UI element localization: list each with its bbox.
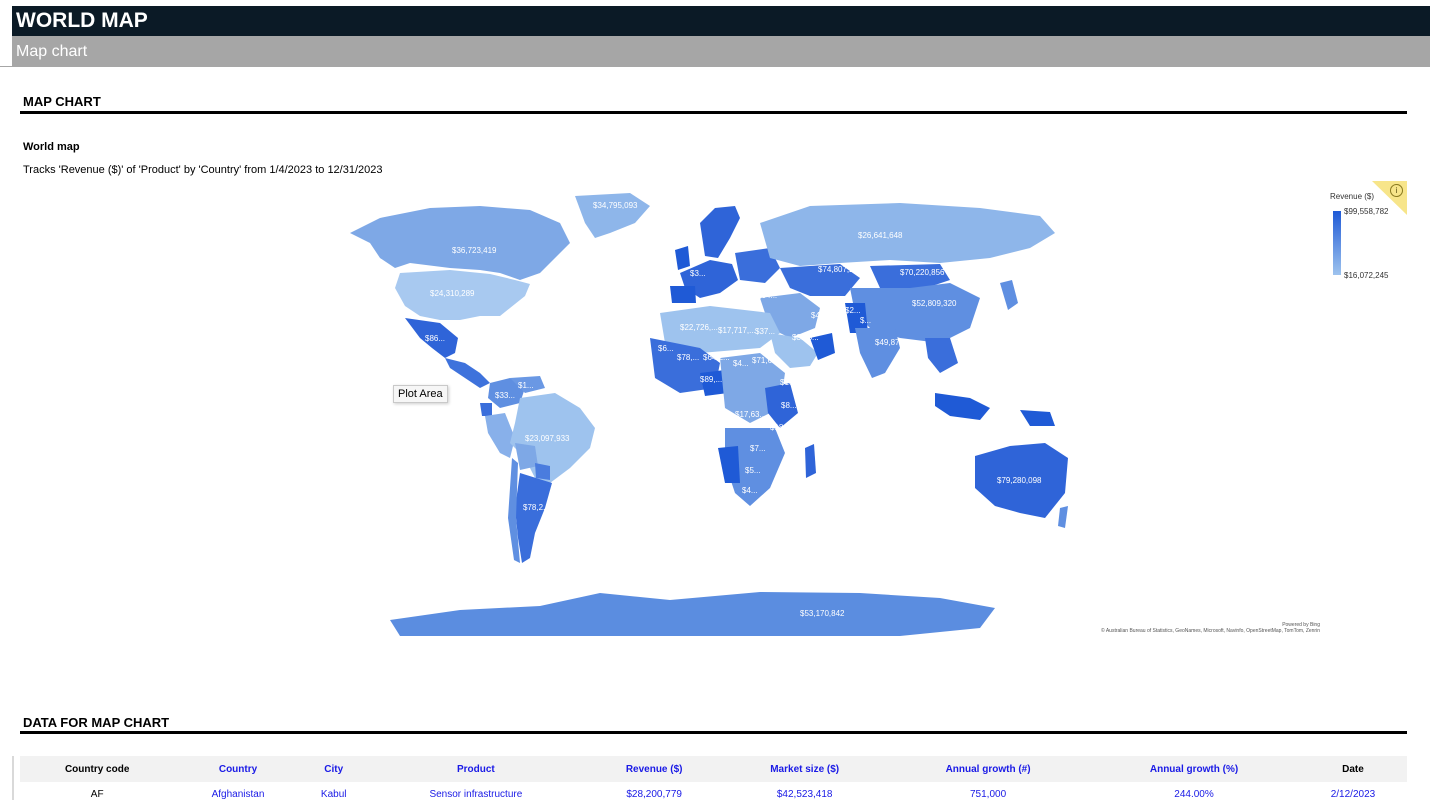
map-value-label: $40,8... — [811, 311, 838, 320]
table-cell[interactable]: $28,200,779 — [586, 782, 722, 807]
map-value-label: $37... — [755, 327, 775, 336]
region-india[interactable] — [855, 328, 900, 378]
map-value-label: $5... — [745, 466, 761, 475]
map-value-label: $52,809,320 — [912, 299, 957, 308]
map-value-label: $64,2... — [703, 353, 730, 362]
region-antarctica[interactable] — [390, 592, 995, 636]
col-header[interactable]: Annual growth (#) — [887, 756, 1090, 782]
map-value-label: $67... — [700, 438, 720, 447]
map-value-label: $16... — [780, 378, 800, 387]
map-chart[interactable]: $34,795,093 $36,723,419 $26,641,648 $24,310… — [340, 188, 1070, 638]
map-value-label: $1... — [518, 381, 534, 390]
region-namibia[interactable] — [718, 446, 740, 483]
map-value-label: $79,280,098 — [997, 476, 1042, 485]
table-cell[interactable]: Afghanistan — [174, 782, 301, 807]
map-value-label: $8... — [781, 401, 797, 410]
table-header-row: Country code Country City Product Revenu… — [20, 756, 1407, 782]
map-value-label: $86... — [425, 334, 445, 343]
map-value-label: $78,... — [677, 353, 699, 362]
map-value-label: $3... — [690, 269, 706, 278]
col-header[interactable]: Annual growth (%) — [1089, 756, 1299, 782]
region-madagascar[interactable] — [805, 444, 816, 478]
col-header[interactable]: Date — [1298, 756, 1407, 782]
subtitle-bar: Map chart — [12, 36, 1430, 67]
map-value-label: $70,220,856 — [900, 268, 945, 277]
table-cell[interactable]: $42,523,418 — [722, 782, 887, 807]
plot-area-tooltip: Plot Area — [393, 385, 448, 403]
title-bar: WORLD MAP — [12, 6, 1430, 36]
map-value-label: $78,2... — [523, 503, 550, 512]
region-greenland[interactable] — [575, 193, 650, 238]
map-value-label: $36,723,419 — [452, 246, 497, 255]
data-section-heading: DATA FOR MAP CHART — [23, 715, 170, 730]
map-value-label: $26,641,648 — [858, 231, 903, 240]
table-edge — [12, 756, 14, 800]
map-value-label: $33... — [495, 391, 515, 400]
map-value-label: $34,795,093 — [593, 201, 638, 210]
region-japan[interactable] — [1000, 280, 1018, 310]
map-value-label: $89,... — [700, 375, 722, 384]
table-cell[interactable]: Kabul — [302, 782, 366, 807]
region-indonesia[interactable] — [935, 393, 990, 420]
map-value-label: $22,726,... — [680, 323, 718, 332]
table-cell[interactable]: 2/12/2023 — [1299, 782, 1407, 807]
region-se-asia[interactable] — [925, 338, 958, 373]
region-spain[interactable] — [670, 286, 696, 303]
region-russia[interactable] — [760, 203, 1055, 266]
table-cell[interactable]: 751,000 — [887, 782, 1089, 807]
region-canada[interactable] — [350, 206, 570, 280]
map-value-label: $... — [860, 316, 871, 325]
region-scandinavia[interactable] — [700, 206, 740, 258]
map-value-label: $49,872... — [875, 338, 911, 347]
legend-title: Revenue ($) — [1330, 192, 1375, 201]
table-cell[interactable]: AF — [20, 782, 174, 807]
table-row: AF Afghanistan Kabul Sensor infrastructu… — [20, 782, 1407, 807]
col-header[interactable]: Revenue ($) — [586, 756, 723, 782]
corner-divider — [0, 66, 12, 67]
col-header[interactable]: Product — [365, 756, 586, 782]
map-value-label: $53,170,842 — [800, 609, 845, 618]
legend-color-scale — [1333, 211, 1341, 275]
legend-min-label: $16,072,245 — [1344, 271, 1389, 280]
map-value-label: $44,04... — [746, 291, 777, 300]
map-value-label: $74,807,288 — [818, 265, 863, 274]
region-bolivia[interactable] — [515, 443, 538, 470]
region-ecuador[interactable] — [480, 403, 492, 416]
col-header[interactable]: Country code — [20, 756, 175, 782]
map-value-label: $31,5... — [792, 333, 819, 342]
region-argentina[interactable] — [515, 473, 552, 563]
region-new-zealand[interactable] — [1058, 506, 1068, 528]
page-title: WORLD MAP — [16, 9, 148, 32]
data-table: Country code Country City Product Revenu… — [20, 756, 1407, 807]
map-value-label: $23,097,933 — [525, 434, 570, 443]
map-value-label: $7... — [750, 444, 766, 453]
chart-description: Tracks 'Revenue ($)' of 'Product' by 'Co… — [23, 164, 383, 176]
map-value-label: $6... — [658, 344, 674, 353]
region-central-america[interactable] — [445, 358, 490, 388]
chart-name: World map — [23, 141, 80, 153]
col-header[interactable]: Country — [174, 756, 302, 782]
map-value-label: $4... — [733, 359, 749, 368]
map-value-label: $17,717,... — [718, 326, 756, 335]
col-header[interactable]: Market size ($) — [722, 756, 888, 782]
map-value-label: $71,61... — [752, 356, 783, 365]
map-value-label: $2... — [845, 306, 861, 315]
map-credit-sources: © Australian Bureau of Statistics, GeoNa… — [1101, 628, 1320, 634]
map-value-label: $4... — [742, 486, 758, 495]
region-peru[interactable] — [485, 413, 515, 458]
map-value-label: $17,63... — [735, 410, 766, 419]
info-icon[interactable]: i — [1390, 184, 1403, 197]
map-section-heading: MAP CHART — [23, 94, 101, 109]
data-section-rule — [20, 731, 1407, 734]
region-png[interactable] — [1020, 410, 1055, 426]
col-header[interactable]: City — [301, 756, 366, 782]
table-cell[interactable]: 244.00% — [1089, 782, 1299, 807]
map-section-rule — [20, 111, 1407, 114]
map-value-label: $18... — [770, 423, 790, 432]
region-uk[interactable] — [675, 246, 690, 270]
map-value-label: $24,310,289 — [430, 289, 475, 298]
table-cell[interactable]: Sensor infrastructure — [366, 782, 586, 807]
page-subtitle: Map chart — [16, 43, 88, 60]
